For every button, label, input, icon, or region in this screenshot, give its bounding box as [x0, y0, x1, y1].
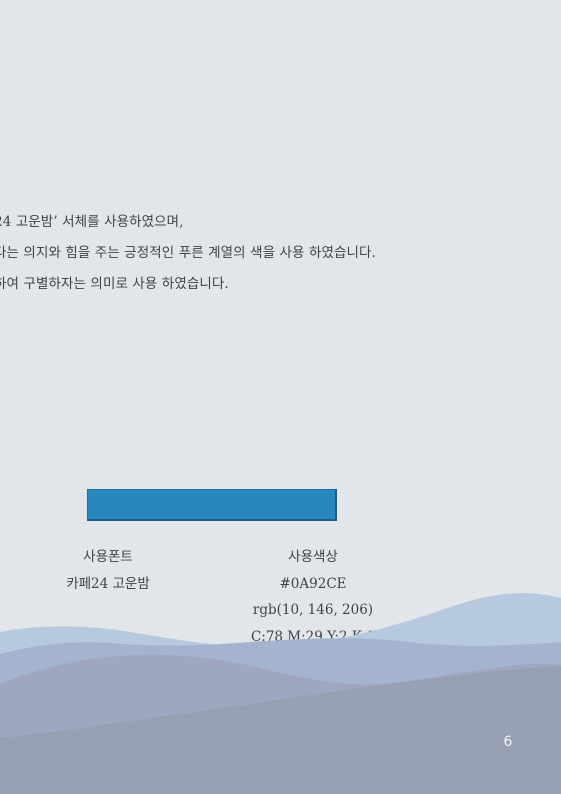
page-number: 6	[503, 734, 513, 750]
mountain-waves-illustration	[0, 593, 561, 794]
font-info-heading: 사용폰트	[83, 549, 133, 565]
document-page: 24 고운밤’ 서체를 사용하였으며, 다는 의지와 힘을 주는 긍정적인 푸른…	[0, 0, 561, 794]
body-text-line-2: 다는 의지와 힘을 주는 긍정적인 푸른 계열의 색을 사용 하였습니다.	[0, 245, 376, 261]
color-info-heading: 사용색상	[288, 549, 338, 565]
body-text-line-3: 하여 구별하자는 의미로 사용 하였습니다.	[0, 276, 229, 292]
color-swatch	[87, 489, 337, 521]
body-text-line-1: 24 고운밤’ 서체를 사용하였으며,	[0, 214, 184, 230]
